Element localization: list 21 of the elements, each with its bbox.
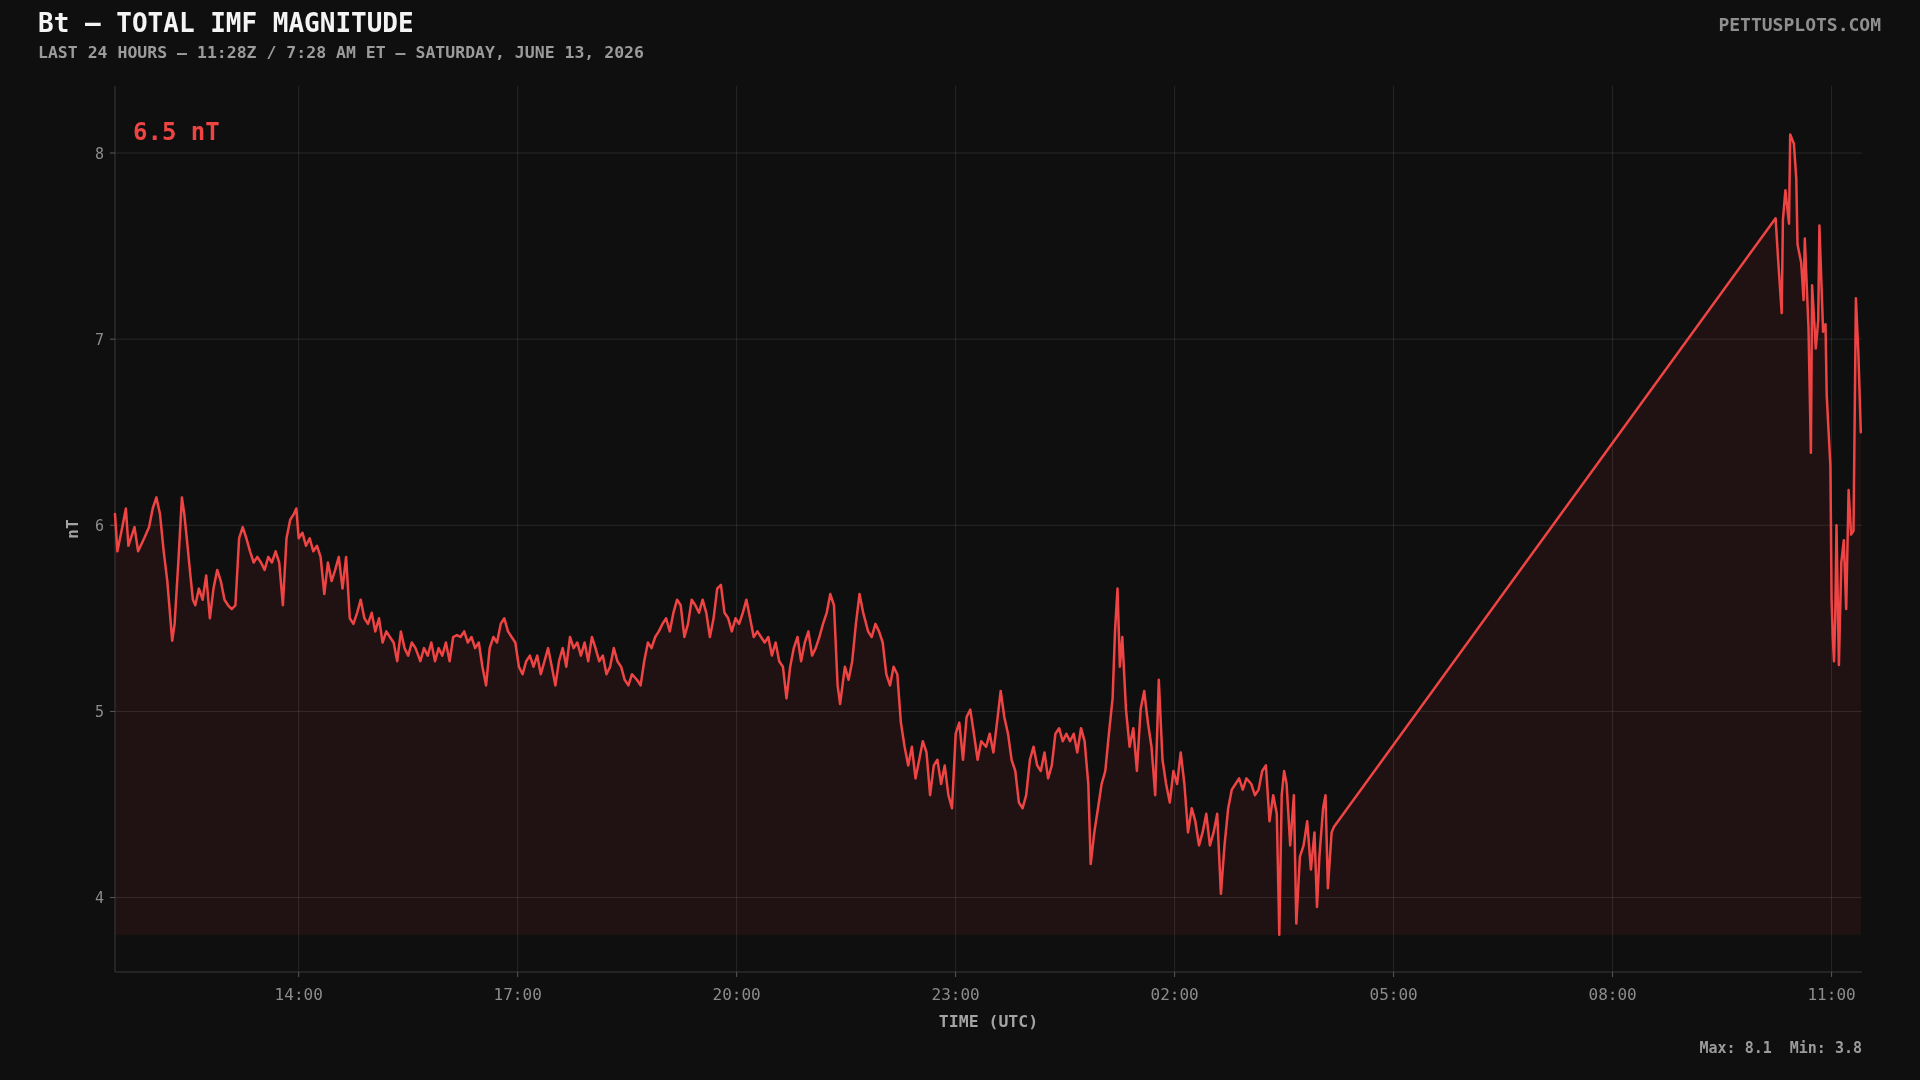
current-value-label: 6.5 nT — [133, 118, 220, 146]
y-tick-label: 7 — [94, 330, 104, 349]
x-tick-label: 23:00 — [931, 985, 980, 1004]
x-tick-label: 02:00 — [1150, 985, 1199, 1004]
x-tick-label: 17:00 — [493, 985, 542, 1004]
chart-subtitle: LAST 24 HOURS — 11:28Z / 7:28 AM ET — SATURDAY, JUNE 13, 2026 — [38, 43, 644, 63]
x-axis-title: TIME (UTC) — [938, 1012, 1039, 1031]
stat-text: Min: 3.8 — [1789, 1038, 1862, 1058]
y-tick-label: 6 — [94, 516, 104, 535]
x-tick-label: 14:00 — [274, 985, 323, 1004]
x-tick-label: 11:00 — [1807, 985, 1856, 1004]
stat-text: Max: 8.1 — [1699, 1038, 1772, 1058]
x-tick-label: 20:00 — [712, 985, 761, 1004]
chart-title: Bt — TOTAL IMF MAGNITUDE — [38, 7, 414, 39]
y-tick-label: 5 — [94, 702, 104, 721]
y-axis-title: nT — [63, 519, 82, 539]
site-credit: PETTUSPLOTS.COM — [1718, 13, 1881, 37]
y-tick-label: 8 — [94, 144, 104, 163]
x-tick-label: 08:00 — [1588, 985, 1637, 1004]
x-tick-label: 05:00 — [1369, 985, 1418, 1004]
y-tick-label: 4 — [94, 889, 104, 908]
